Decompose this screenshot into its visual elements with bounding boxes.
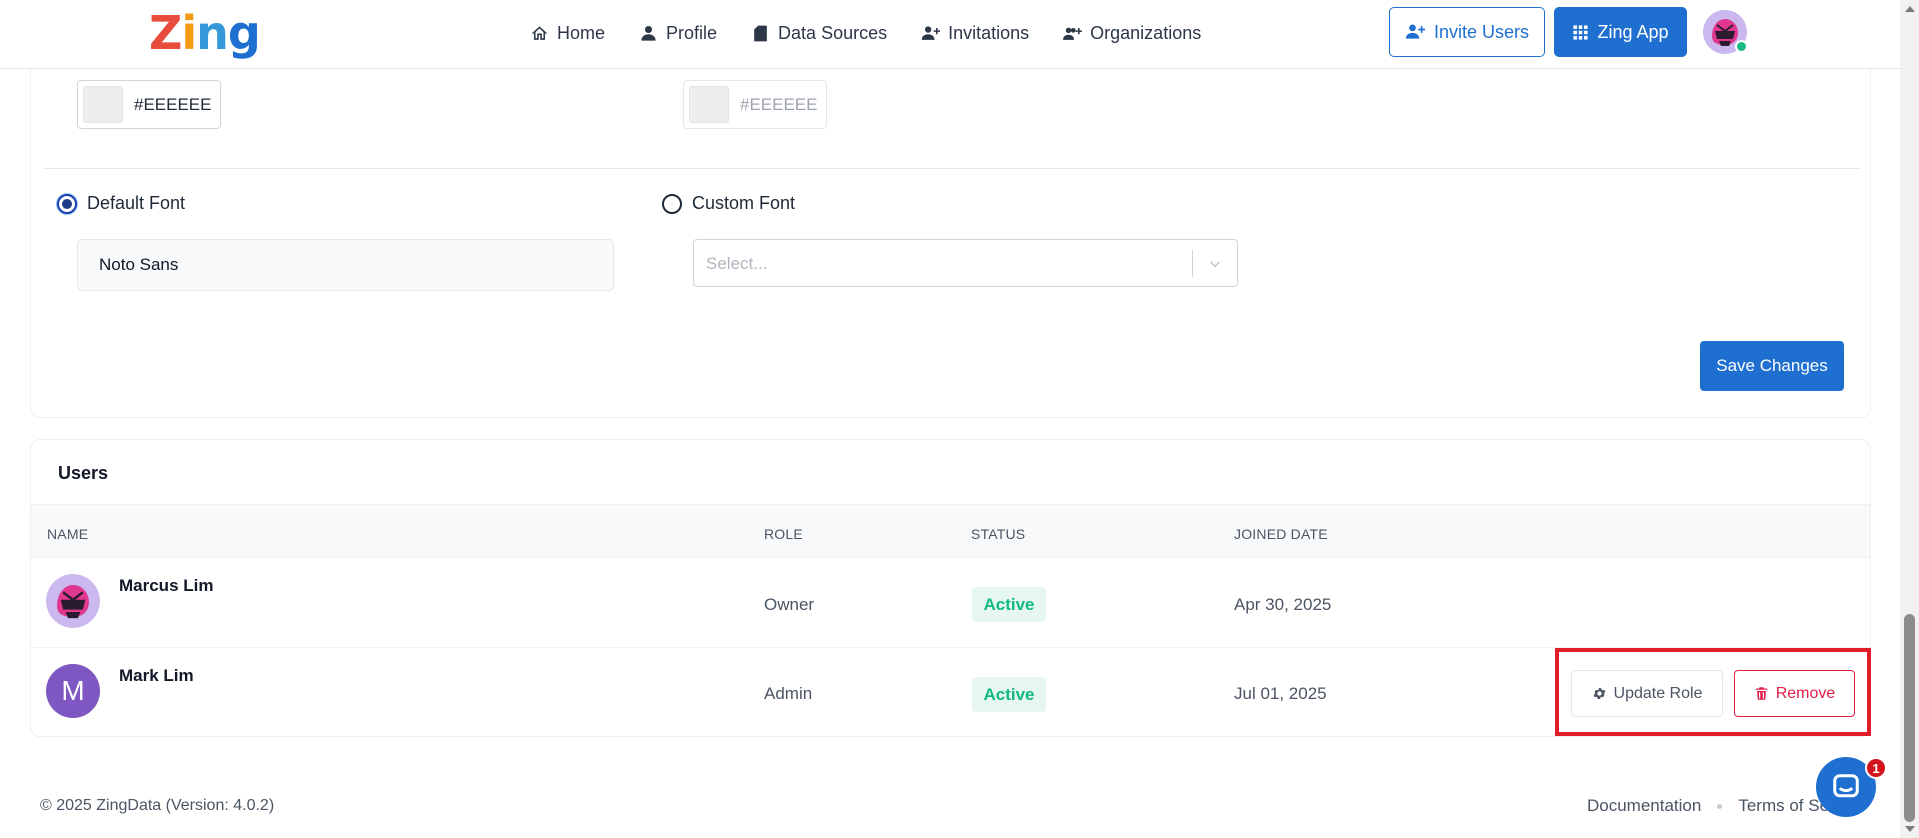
user-icon (641, 25, 656, 41)
footer-separator (1717, 803, 1723, 809)
secondary-color-picker[interactable]: #EEEEEE (683, 80, 827, 129)
users-card: Users NAME ROLE STATUS JOINED DATE Marcu… (30, 439, 1871, 737)
footer-links: Documentation Terms of Se (1587, 796, 1829, 816)
radio-unchecked[interactable] (662, 193, 682, 214)
chevron-down-icon[interactable] (1206, 255, 1224, 273)
table-row: Marcus Lim Owner Active Apr 30, 2025 (31, 558, 1870, 648)
select-separator (1192, 250, 1193, 277)
helmet-avatar-icon (46, 574, 100, 628)
branding-settings-card (30, 50, 1871, 418)
save-changes-button[interactable]: Save Changes (1700, 341, 1844, 391)
custom-font-radio[interactable]: Custom Font (662, 193, 795, 214)
default-font-field: Noto Sans (77, 239, 614, 291)
trash-icon (1755, 687, 1767, 700)
home-icon (531, 25, 548, 40)
chat-icon (1833, 774, 1859, 798)
top-navigation: Zing Home Profile Data Sources Invitatio… (0, 0, 1900, 69)
user-name: Mark Lim (119, 666, 194, 685)
column-header-joined-date: JOINED DATE (1234, 526, 1328, 542)
documentation-link[interactable]: Documentation (1587, 796, 1701, 816)
user-role: Owner (764, 595, 815, 614)
column-header-name: NAME (47, 526, 89, 542)
grid-icon (1573, 24, 1589, 40)
zing-logo[interactable]: Zing (149, 8, 261, 58)
user-plus-icon (921, 25, 941, 40)
default-font-radio[interactable]: Default Font (57, 193, 185, 214)
status-badge: Active (972, 587, 1046, 622)
user-role: Admin (764, 684, 813, 703)
footer-copyright: © 2025 ZingData (Version: 4.0.2) (40, 797, 275, 814)
user-plus-icon (1405, 24, 1425, 39)
vertical-scrollbar[interactable] (1900, 0, 1919, 838)
nav-organizations[interactable]: Organizations (1063, 23, 1201, 44)
online-status-dot (1735, 40, 1748, 53)
status-badge: Active (972, 677, 1046, 712)
primary-color-picker[interactable]: #EEEEEE (77, 80, 221, 129)
color-swatch[interactable] (83, 86, 123, 123)
section-divider (44, 168, 1860, 169)
remove-user-button[interactable]: Remove (1734, 670, 1855, 717)
zing-app-button[interactable]: Zing App (1554, 7, 1687, 57)
gear-icon (1593, 688, 1605, 699)
file-icon (754, 25, 767, 41)
scroll-thumb[interactable] (1904, 614, 1915, 822)
users-table-header: NAME ROLE STATUS JOINED DATE (31, 504, 1870, 558)
column-header-status: STATUS (971, 526, 1026, 542)
users-title: Users (58, 463, 109, 483)
table-row: M Mark Lim Admin Active Jul 01, 2025 Upd… (31, 648, 1870, 736)
nav-invitations[interactable]: Invitations (921, 23, 1029, 44)
invite-users-button[interactable]: Invite Users (1389, 7, 1545, 57)
nav-home[interactable]: Home (530, 23, 605, 44)
nav-data-sources[interactable]: Data Sources (751, 23, 887, 44)
radio-checked[interactable] (57, 193, 77, 214)
update-role-button[interactable]: Update Role (1571, 670, 1723, 717)
user-avatar (46, 574, 100, 628)
nav-profile[interactable]: Profile (639, 23, 717, 44)
column-header-role: ROLE (764, 526, 803, 542)
color-swatch[interactable] (689, 86, 729, 123)
users-plus-icon (1063, 27, 1083, 40)
scroll-up-arrow-icon[interactable] (1905, 6, 1915, 12)
joined-date: Jul 01, 2025 (1234, 684, 1327, 703)
scroll-down-arrow-icon[interactable] (1905, 826, 1915, 832)
user-name: Marcus Lim (119, 576, 214, 595)
terms-link[interactable]: Terms of Se (1738, 796, 1829, 816)
custom-font-select[interactable]: Select... (693, 239, 1238, 287)
nav-links: Home Profile Data Sources Invitations Or… (530, 20, 1201, 46)
user-avatar: M (46, 664, 100, 718)
joined-date: Apr 30, 2025 (1234, 595, 1332, 614)
unread-badge: 1 (1865, 757, 1887, 779)
